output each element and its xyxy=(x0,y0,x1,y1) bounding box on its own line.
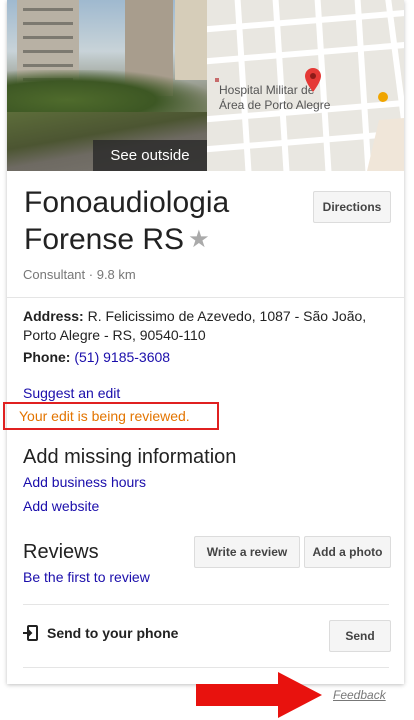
knowledge-panel: See outside Hospital Militar de Área de … xyxy=(3,0,404,684)
map-thumbnail[interactable]: Hospital Militar de Área de Porto Alegre xyxy=(207,0,404,171)
send-to-device-icon xyxy=(23,625,38,641)
add-photo-button[interactable]: Add a photo xyxy=(304,536,391,568)
add-website-row: Add website xyxy=(23,497,99,516)
send-button[interactable]: Send xyxy=(329,620,391,652)
suggest-edit-row: Suggest an edit xyxy=(23,384,120,403)
edit-review-status: Your edit is being reviewed. xyxy=(3,402,219,430)
red-arrow-annotation xyxy=(196,672,322,718)
divider xyxy=(23,667,389,668)
add-hours-row: Add business hours xyxy=(23,473,146,492)
address-row: Address: R. Felicissimo de Azevedo, 1087… xyxy=(23,308,367,343)
street-view-image[interactable]: See outside xyxy=(7,0,207,171)
map-pin-icon[interactable] xyxy=(305,68,321,92)
be-first-to-review-link[interactable]: Be the first to review xyxy=(23,569,150,585)
phone-link[interactable]: (51) 9185-3608 xyxy=(74,349,170,365)
reviews-title: Reviews xyxy=(23,541,99,563)
restaurant-icon xyxy=(378,92,388,102)
write-review-button[interactable]: Write a review xyxy=(194,536,300,568)
see-outside-button[interactable]: See outside xyxy=(93,140,207,171)
send-to-phone-row: Send to your phone xyxy=(23,625,178,641)
suggest-edit-link[interactable]: Suggest an edit xyxy=(23,385,120,401)
add-website-link[interactable]: Add website xyxy=(23,498,99,514)
save-star-icon[interactable]: ★ xyxy=(188,226,210,253)
phone-row: Phone: (51) 9185-3608 xyxy=(23,349,171,365)
divider xyxy=(7,297,404,298)
place-title: Fonoaudiologia Forense RS ★ xyxy=(24,186,230,256)
first-review-row: Be the first to review xyxy=(23,568,150,587)
hero-images: See outside Hospital Militar de Área de … xyxy=(7,0,404,171)
feedback-link[interactable]: Feedback xyxy=(333,688,386,702)
add-missing-info-title: Add missing information xyxy=(23,446,237,468)
divider xyxy=(23,604,389,605)
add-business-hours-link[interactable]: Add business hours xyxy=(23,474,146,490)
directions-button[interactable]: Directions xyxy=(313,191,391,223)
place-category: Consultant · 9.8 km xyxy=(23,267,136,282)
send-to-phone-label: Send to your phone xyxy=(47,625,179,641)
